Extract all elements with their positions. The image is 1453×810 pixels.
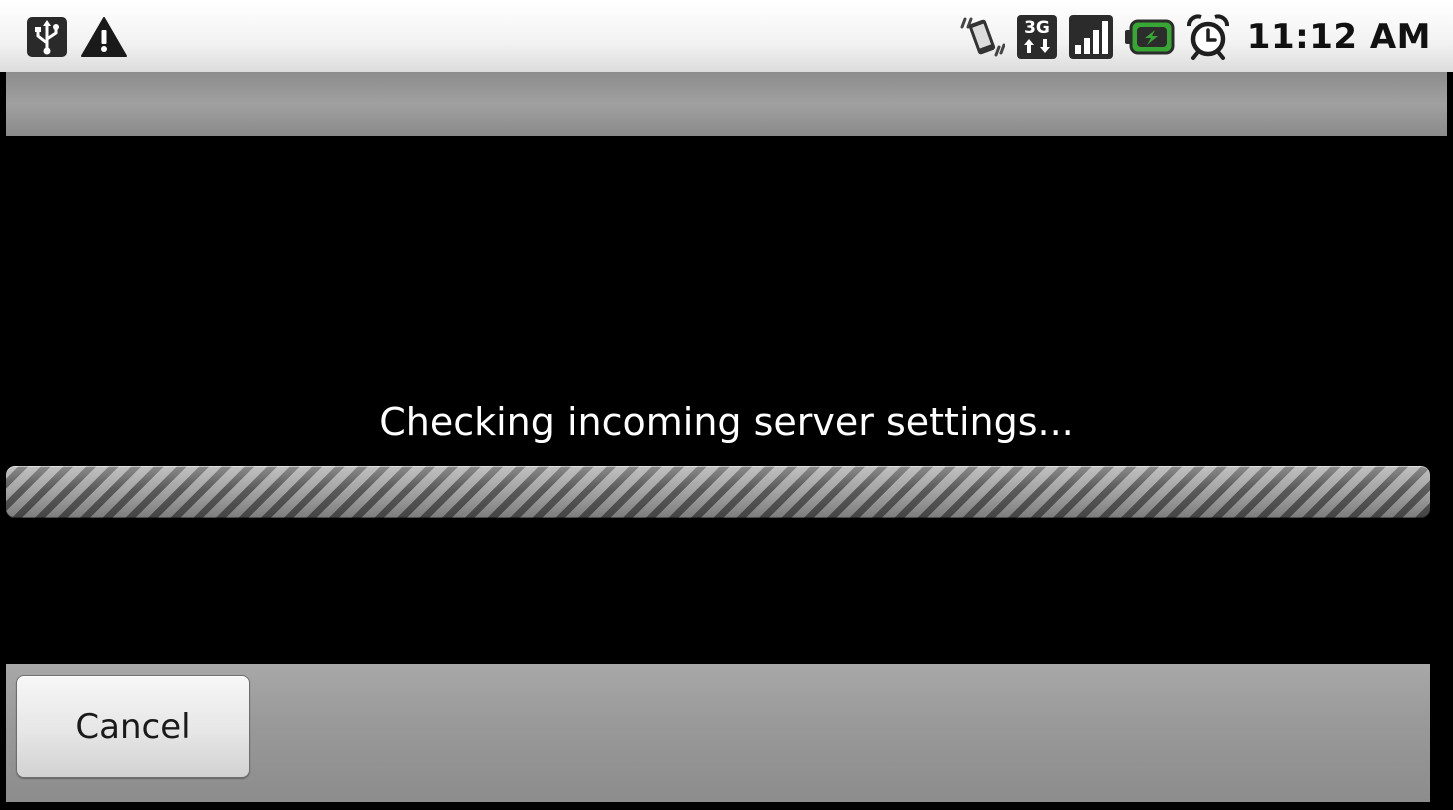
signal-strength-icon	[1068, 15, 1113, 59]
status-bar: 3G 11:12 AM	[0, 0, 1453, 72]
usb-icon	[27, 17, 67, 57]
indeterminate-progress-bar	[6, 466, 1430, 518]
3g-data-icon: 3G	[1016, 15, 1057, 59]
warning-icon	[81, 17, 127, 57]
system-icons: 3G 11:12 AM	[959, 14, 1431, 60]
screen: 3G 11:12 AM Checking incoming server set…	[0, 0, 1453, 810]
vibrate-icon	[960, 17, 1005, 57]
progress-message: Checking incoming server settings...	[379, 400, 1074, 444]
notification-icons	[26, 14, 128, 60]
battery-charging-icon	[1124, 19, 1175, 55]
button-bar: Cancel	[6, 664, 1430, 802]
status-bar-clock: 11:12 AM	[1246, 17, 1431, 57]
title-bar	[6, 72, 1447, 136]
alarm-clock-icon	[1186, 14, 1229, 60]
data-indicator-text: 3G	[1024, 18, 1050, 38]
cancel-button[interactable]: Cancel	[16, 675, 250, 778]
